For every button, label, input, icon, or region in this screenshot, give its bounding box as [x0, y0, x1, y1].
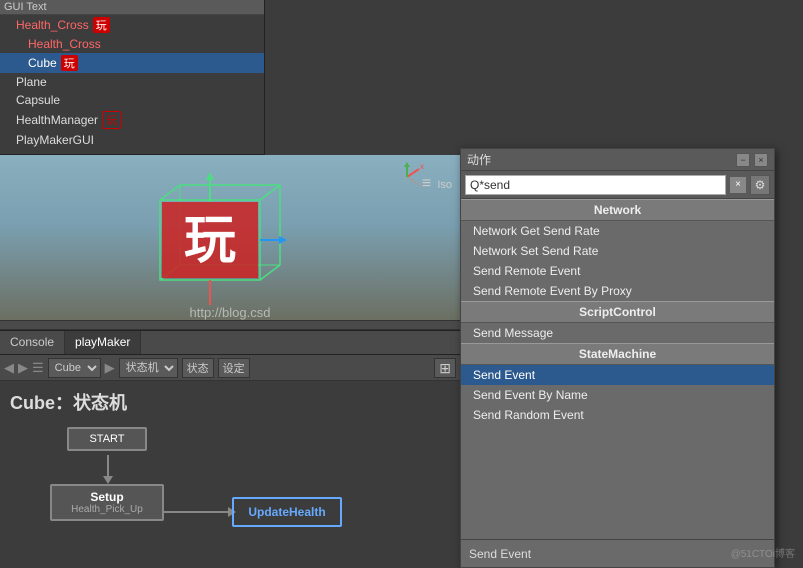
object-selector[interactable]: Cube	[48, 358, 101, 378]
statemachine-title: Cube：状态机	[0, 381, 460, 419]
action-item-send-message[interactable]: Send Message	[461, 323, 774, 343]
viewport-watermark: http://blog.csd	[190, 305, 271, 320]
action-item-network-get-send-rate[interactable]: Network Get Send Rate	[461, 221, 774, 241]
search-input[interactable]	[465, 175, 726, 195]
playmaker-toolbar: ◀ ▶ ☰ Cube ▶ 状态机 状态 设定 ⊞	[0, 355, 460, 381]
setup-node: Setup Health_Pick_Up	[50, 484, 164, 521]
svg-text:x: x	[420, 162, 424, 171]
footer-label: Send Event	[469, 547, 531, 561]
action-item-send-event[interactable]: Send Event	[461, 365, 774, 385]
state-canvas: START Setup Health_Pick_Up UpdateHealth	[0, 419, 460, 568]
toolbar-list-icon[interactable]: ☰	[32, 360, 44, 376]
hierarchy-panel: GUI Text Health_Cross玩Health_CrossCube玩P…	[0, 0, 265, 155]
iso-label: ≡ Iso	[422, 175, 452, 193]
search-clear-button[interactable]: ×	[730, 177, 746, 193]
action-item-send-remote-event[interactable]: Send Remote Event	[461, 261, 774, 281]
hierarchy-label: GUI Text	[0, 0, 264, 15]
axes-indicator: x z	[389, 159, 425, 198]
connector-setup-update	[164, 511, 232, 513]
search-bar: × ⚙	[461, 171, 774, 199]
playmaker-panel: Console playMaker ◀ ▶ ☰ Cube ▶ 状态机 状态 设定…	[0, 330, 460, 568]
close-button[interactable]: ×	[754, 153, 768, 167]
hierarchy-item-cube[interactable]: Cube玩	[0, 53, 264, 73]
action-item-send-random-event[interactable]: Send Random Event	[461, 405, 774, 425]
tab-console[interactable]: Console	[0, 331, 65, 354]
action-footer: Send Event	[461, 539, 774, 567]
arrowhead-1	[103, 476, 113, 484]
toolbar-prev-icon[interactable]: ◀	[4, 360, 14, 376]
statemachine-selector[interactable]: 状态机	[119, 358, 178, 378]
panel-separator	[0, 320, 460, 330]
viewport: x z ≡ Iso 玩	[0, 155, 460, 330]
hierarchy-item-health-manager[interactable]: HealthManager玩	[0, 109, 264, 131]
category-state-machine: StateMachine	[461, 343, 774, 365]
hierarchy-item-playmaker-gui[interactable]: PlayMakerGUI	[0, 131, 264, 149]
playmaker-tabs: Console playMaker	[0, 331, 460, 355]
action-item-network-set-send-rate[interactable]: Network Set Send Rate	[461, 241, 774, 261]
start-node: START	[67, 427, 147, 451]
svg-text:玩: 玩	[184, 212, 236, 270]
window-controls: − ×	[736, 153, 768, 167]
set-button[interactable]: 设定	[218, 358, 250, 378]
toolbar-next-icon[interactable]: ▶	[18, 360, 28, 376]
action-panel: 动作 − × × ⚙ NetworkNetwork Get Send RateN…	[460, 148, 775, 568]
action-item-send-remote-event-by-proxy[interactable]: Send Remote Event By Proxy	[461, 281, 774, 301]
minimize-button[interactable]: −	[736, 153, 750, 167]
connector-start-setup	[107, 455, 109, 477]
hierarchy-item-capsule[interactable]: Capsule	[0, 91, 264, 109]
update-health-node: UpdateHealth	[232, 497, 342, 527]
tab-playmaker[interactable]: playMaker	[65, 331, 141, 354]
cube-object: 玩	[130, 170, 290, 313]
hierarchy-item-plane[interactable]: Plane	[0, 73, 264, 91]
category-script-control: ScriptControl	[461, 301, 774, 323]
action-list: NetworkNetwork Get Send RateNetwork Set …	[461, 199, 774, 539]
hierarchy-item-health-cross-child[interactable]: Health_Cross	[0, 35, 264, 53]
toolbar-right-icon[interactable]: ▶	[105, 360, 115, 376]
state-button[interactable]: 状态	[182, 358, 214, 378]
hierarchy-item-health-cross-parent[interactable]: Health_Cross玩	[0, 15, 264, 35]
action-panel-title: 动作	[467, 151, 491, 168]
watermark: @51CTOi博客	[731, 545, 795, 560]
settings-button[interactable]: ⚙	[750, 175, 770, 195]
action-item-send-event-by-name[interactable]: Send Event By Name	[461, 385, 774, 405]
category-network: Network	[461, 199, 774, 221]
action-panel-titlebar: 动作 − ×	[461, 149, 774, 171]
expand-button[interactable]: ⊞	[434, 358, 456, 378]
